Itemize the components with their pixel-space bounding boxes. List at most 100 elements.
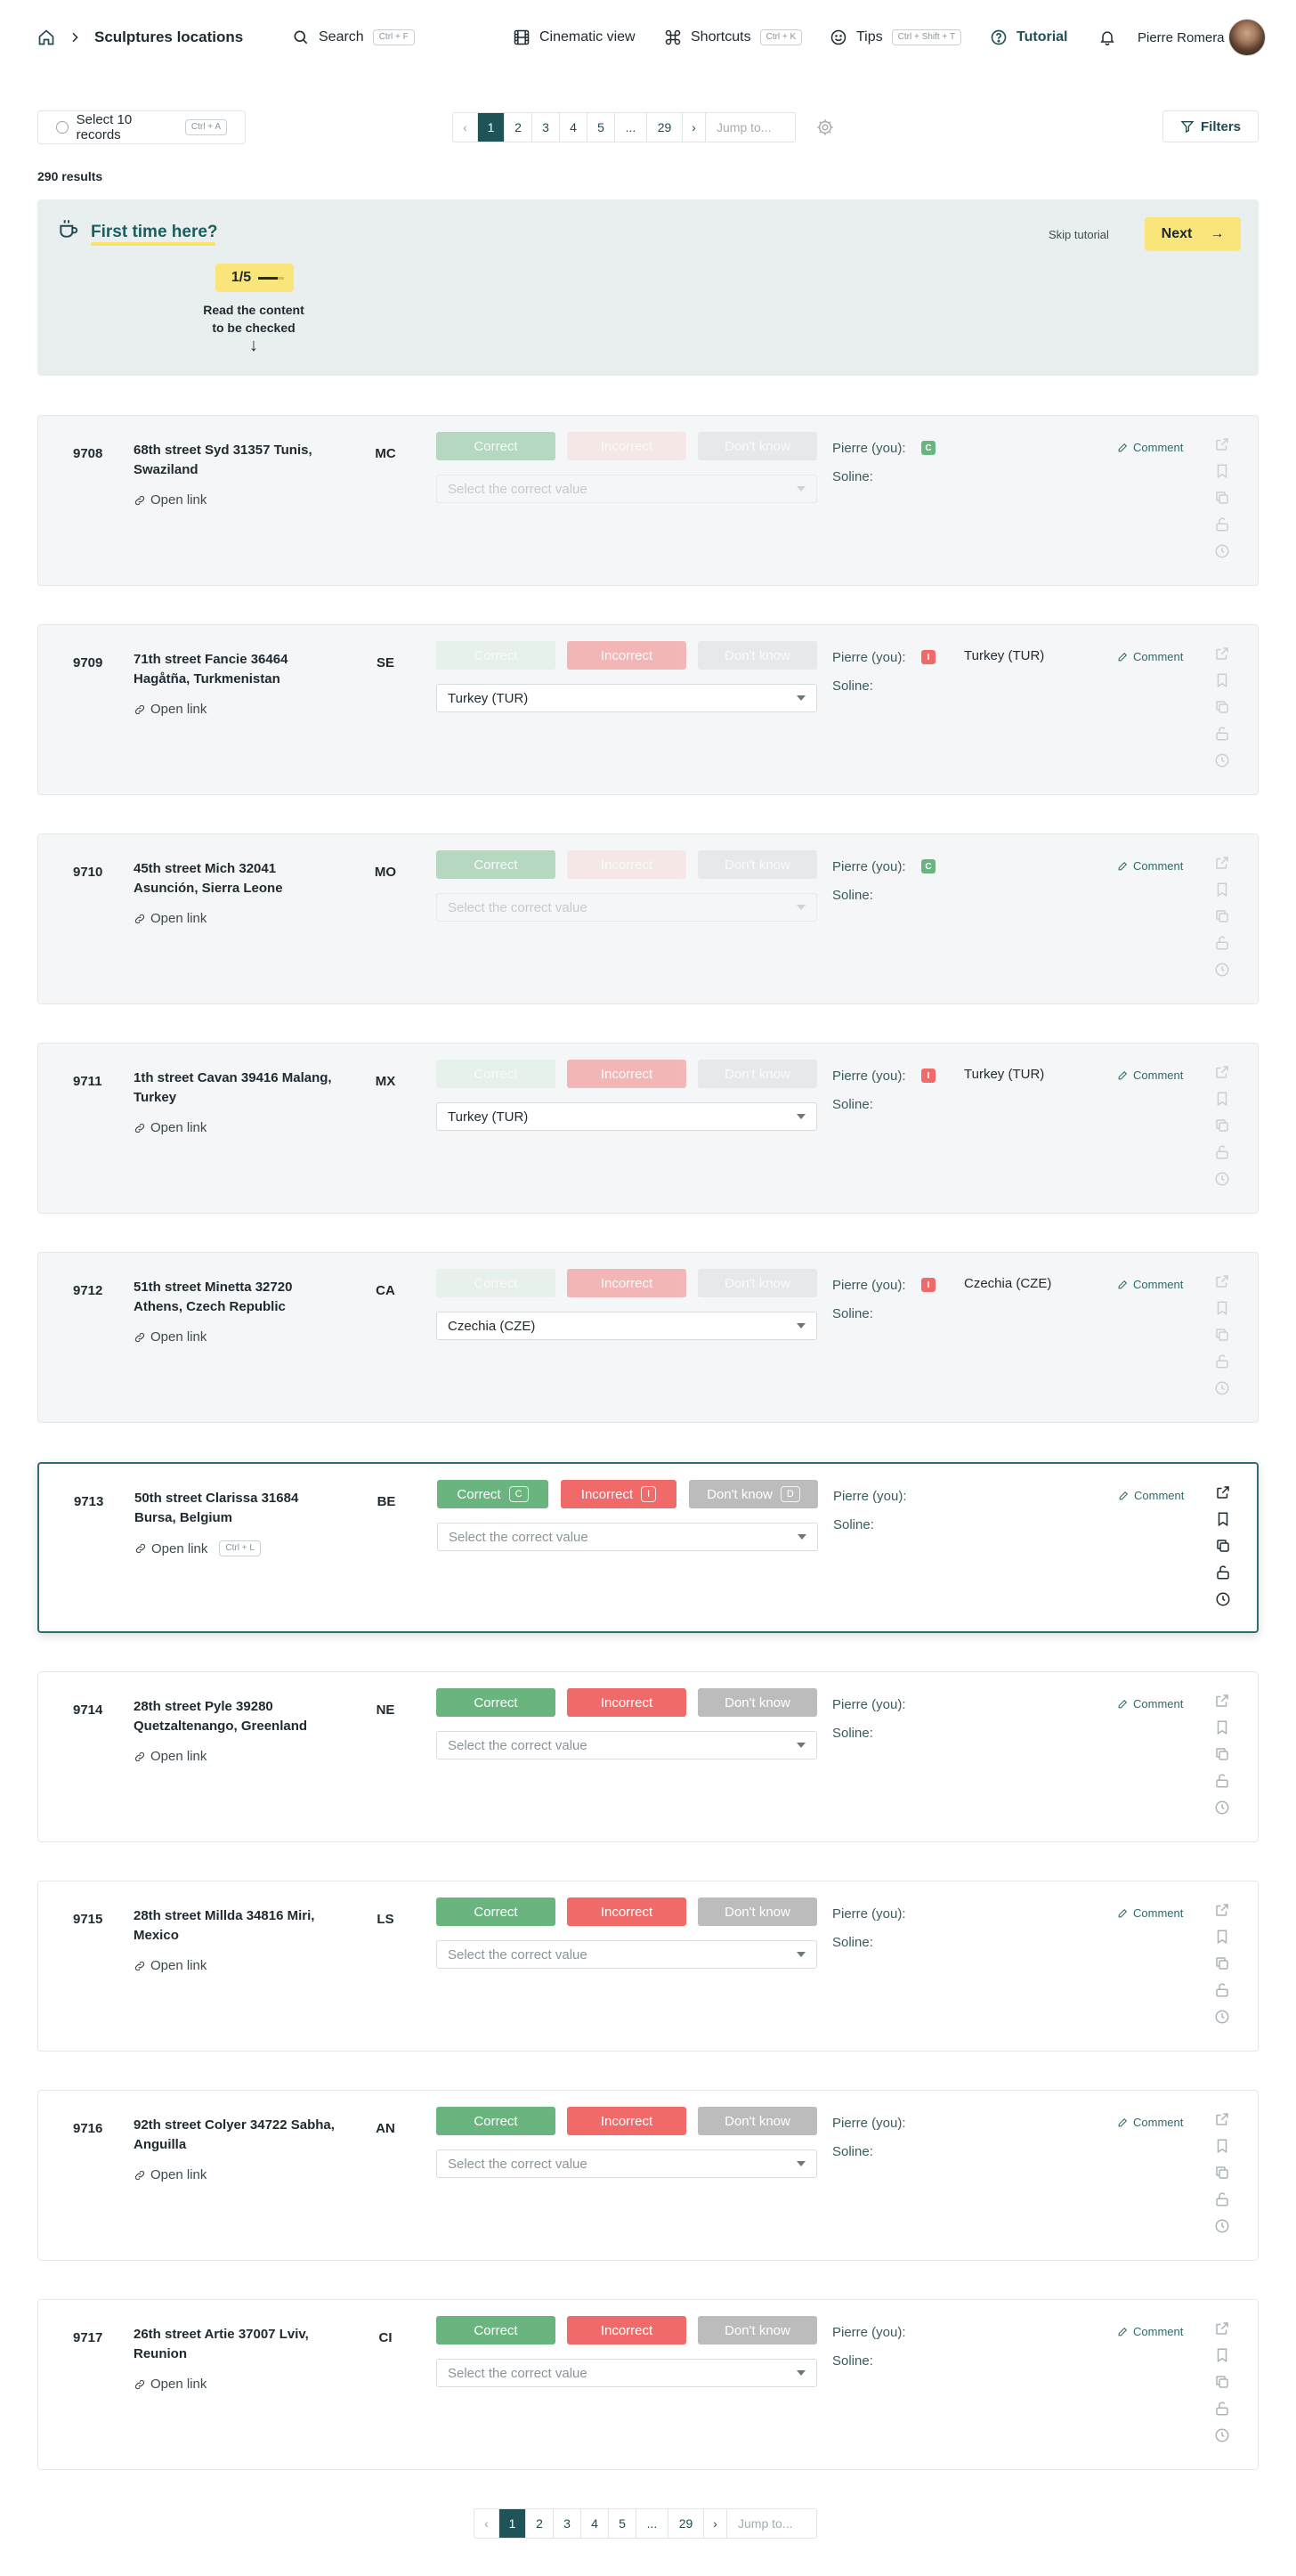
correct-button[interactable]: Correct bbox=[436, 432, 555, 460]
unlock-button[interactable] bbox=[1213, 516, 1231, 533]
incorrect-button[interactable]: Incorrect bbox=[567, 850, 686, 879]
settings-icon[interactable] bbox=[815, 118, 835, 137]
correct-button[interactable]: Correct bbox=[436, 641, 555, 670]
external-link-button[interactable] bbox=[1213, 1063, 1231, 1081]
bookmark-button[interactable] bbox=[1213, 881, 1231, 898]
search-button[interactable]: Search Ctrl + F bbox=[292, 0, 415, 75]
page-29[interactable]: 29 bbox=[668, 2509, 704, 2538]
copy-button[interactable] bbox=[1213, 1117, 1231, 1134]
tips-button[interactable]: Tips Ctrl + Shift + T bbox=[830, 0, 961, 75]
comment-button[interactable]: Comment bbox=[1117, 1906, 1183, 1920]
page-1[interactable]: 1 bbox=[499, 2509, 526, 2538]
bookmark-button[interactable] bbox=[1214, 1510, 1232, 1528]
correct-button[interactable]: Correct bbox=[436, 2107, 555, 2135]
comment-button[interactable]: Comment bbox=[1117, 859, 1183, 873]
bookmark-button[interactable] bbox=[1213, 1928, 1231, 1946]
correct-button[interactable]: Correct bbox=[436, 1269, 555, 1297]
unlock-button[interactable] bbox=[1213, 1143, 1231, 1161]
page-2[interactable]: 2 bbox=[526, 2509, 554, 2538]
comment-button[interactable]: Comment bbox=[1117, 1069, 1183, 1082]
open-link[interactable]: Open link bbox=[134, 702, 207, 717]
clock-button[interactable] bbox=[1214, 1590, 1232, 1608]
copy-button[interactable] bbox=[1214, 1537, 1232, 1555]
unlock-button[interactable] bbox=[1213, 2190, 1231, 2208]
record-card[interactable]: 9711 1th street Cavan 39416 Malang, Turke… bbox=[37, 1043, 1259, 1214]
correct-button[interactable]: Correct bbox=[436, 1897, 555, 1926]
open-link[interactable]: Open link bbox=[134, 911, 207, 926]
page-3[interactable]: 3 bbox=[532, 113, 560, 142]
open-link[interactable]: Open link bbox=[134, 1749, 207, 1764]
avatar[interactable] bbox=[1228, 19, 1266, 56]
comment-button[interactable]: Comment bbox=[1117, 441, 1183, 454]
page-2[interactable]: 2 bbox=[505, 113, 532, 142]
notifications-button[interactable] bbox=[1098, 0, 1116, 75]
copy-button[interactable] bbox=[1213, 2373, 1231, 2391]
next-button[interactable]: Next → bbox=[1145, 217, 1241, 251]
comment-button[interactable]: Comment bbox=[1117, 2116, 1183, 2129]
clock-button[interactable] bbox=[1213, 542, 1231, 560]
dont-know-button[interactable]: Don't know bbox=[698, 1688, 817, 1717]
comment-button[interactable]: Comment bbox=[1117, 1278, 1183, 1291]
incorrect-button[interactable]: Incorrect bbox=[567, 2107, 686, 2135]
record-card[interactable]: 9712 51th street Minetta 32720 Athens, Cz… bbox=[37, 1252, 1259, 1423]
unlock-button[interactable] bbox=[1213, 1353, 1231, 1370]
jump-to-input[interactable]: Jump to... bbox=[727, 2509, 816, 2538]
bookmark-button[interactable] bbox=[1213, 2137, 1231, 2155]
incorrect-button[interactable]: Incorrect bbox=[567, 1269, 686, 1297]
open-link[interactable]: Open link bbox=[134, 1120, 207, 1135]
shortcuts-button[interactable]: Shortcuts Ctrl + K bbox=[664, 0, 803, 75]
copy-button[interactable] bbox=[1213, 489, 1231, 507]
copy-button[interactable] bbox=[1213, 907, 1231, 925]
page-4[interactable]: 4 bbox=[560, 113, 587, 142]
next-page-button[interactable]: › bbox=[704, 2509, 727, 2538]
next-page-button[interactable]: › bbox=[683, 113, 706, 142]
correct-value-select[interactable]: Turkey (TUR) bbox=[436, 1102, 817, 1131]
unlock-button[interactable] bbox=[1214, 1564, 1232, 1581]
incorrect-button[interactable]: Incorrect bbox=[567, 641, 686, 670]
jump-to-input[interactable]: Jump to... bbox=[706, 113, 795, 142]
correct-value-select[interactable]: Select the correct value bbox=[437, 1523, 818, 1551]
correct-value-select[interactable]: Select the correct value bbox=[436, 893, 817, 922]
comment-button[interactable]: Comment bbox=[1117, 1697, 1183, 1711]
tutorial-button[interactable]: Tutorial bbox=[990, 0, 1067, 75]
copy-button[interactable] bbox=[1213, 698, 1231, 716]
comment-button[interactable]: Comment bbox=[1117, 650, 1183, 663]
copy-button[interactable] bbox=[1213, 1954, 1231, 1972]
select-records-button[interactable]: Select 10 records Ctrl + A bbox=[37, 110, 246, 144]
correct-value-select[interactable]: Turkey (TUR) bbox=[436, 684, 817, 712]
correct-value-select[interactable]: Select the correct value bbox=[436, 1731, 817, 1759]
dont-know-button[interactable]: Don't know bbox=[698, 432, 817, 460]
incorrect-button[interactable]: Incorrect bbox=[567, 2316, 686, 2344]
open-link[interactable]: Open link bbox=[134, 1329, 207, 1345]
incorrect-button[interactable]: Incorrect bbox=[567, 1897, 686, 1926]
record-card[interactable]: 9710 45th street Mich 32041 Asunción, Sie… bbox=[37, 833, 1259, 1004]
page-5[interactable]: 5 bbox=[587, 113, 615, 142]
record-card[interactable]: 9713 50th street Clarissa 31684 Bursa, Be… bbox=[37, 1462, 1259, 1633]
record-card[interactable]: 9714 28th street Pyle 39280 Quetzaltenang… bbox=[37, 1671, 1259, 1842]
correct-button[interactable]: Correct bbox=[436, 1060, 555, 1088]
dont-know-button[interactable]: Don't know bbox=[698, 2316, 817, 2344]
unlock-button[interactable] bbox=[1213, 1981, 1231, 1999]
correct-button[interactable]: Correct bbox=[436, 850, 555, 879]
external-link-button[interactable] bbox=[1213, 1901, 1231, 1919]
comment-button[interactable]: Comment bbox=[1118, 1489, 1184, 1502]
unlock-button[interactable] bbox=[1213, 934, 1231, 952]
correct-value-select[interactable]: Select the correct value bbox=[436, 1940, 817, 1969]
clock-button[interactable] bbox=[1213, 961, 1231, 979]
correct-value-select[interactable]: Czechia (CZE) bbox=[436, 1312, 817, 1340]
incorrect-button[interactable]: Incorrect I bbox=[561, 1480, 676, 1508]
clock-button[interactable] bbox=[1213, 1799, 1231, 1816]
copy-button[interactable] bbox=[1213, 1745, 1231, 1763]
copy-button[interactable] bbox=[1213, 1326, 1231, 1344]
dont-know-button[interactable]: Don't know D bbox=[689, 1480, 818, 1508]
home-icon[interactable] bbox=[37, 28, 55, 46]
clock-button[interactable] bbox=[1213, 1170, 1231, 1188]
select-radio[interactable] bbox=[56, 121, 69, 134]
external-link-button[interactable] bbox=[1214, 1483, 1232, 1501]
unlock-button[interactable] bbox=[1213, 725, 1231, 743]
bookmark-button[interactable] bbox=[1213, 1719, 1231, 1736]
open-link[interactable]: Open link bbox=[134, 1958, 207, 1973]
correct-value-select[interactable]: Select the correct value bbox=[436, 475, 817, 503]
open-link[interactable]: Open link Ctrl + L bbox=[134, 1540, 261, 1556]
dont-know-button[interactable]: Don't know bbox=[698, 2107, 817, 2135]
